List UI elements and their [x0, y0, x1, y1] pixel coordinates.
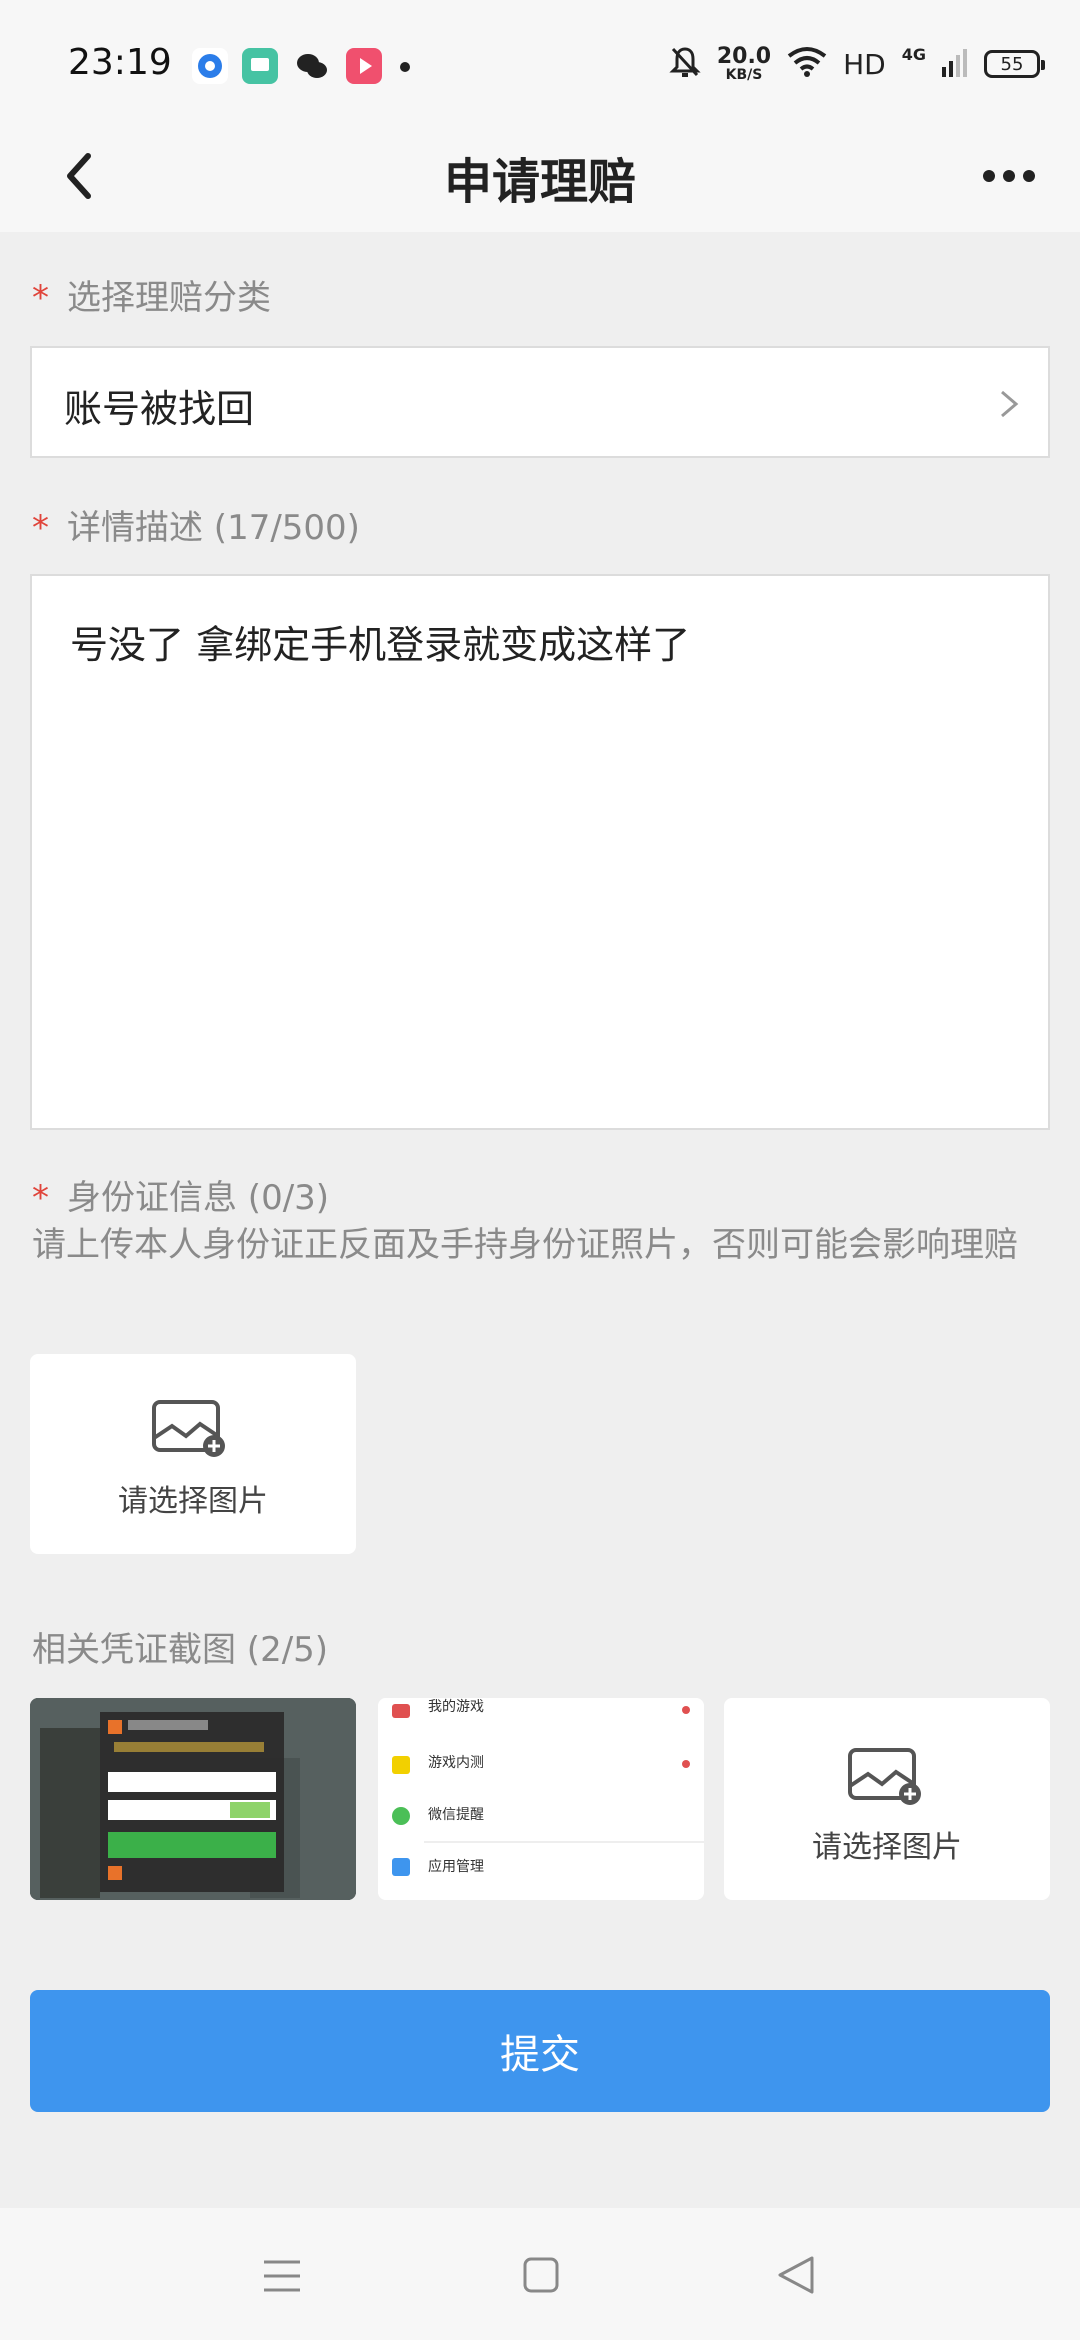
description-text: 号没了 拿绑定手机登录就变成这样了	[70, 623, 691, 667]
battery-indicator: 55	[984, 50, 1045, 78]
message-app-icon	[242, 48, 278, 84]
id-info-hint: 请上传本人身份证正反面及手持身份证照片，否则可能会影响理赔	[32, 1225, 1018, 1265]
header: 申请理赔	[0, 120, 1080, 232]
required-mark: *	[32, 1178, 49, 1218]
category-value: 账号被找回	[64, 387, 255, 431]
upload-label: 请选择图片	[118, 1484, 268, 1519]
more-dot-icon	[1003, 170, 1015, 182]
submit-button[interactable]: 提交	[30, 1990, 1050, 2112]
evidence-screenshot-1[interactable]	[30, 1698, 356, 1900]
screenshot-item: 游戏内测	[428, 1755, 484, 1771]
menu-icon[interactable]	[262, 2258, 302, 2294]
more-notifications-dot	[400, 62, 410, 72]
screenshot-thumbnail	[30, 1698, 356, 1900]
more-options-button[interactable]	[974, 158, 1044, 194]
video-app-icon	[346, 48, 382, 84]
required-mark: *	[32, 508, 49, 548]
signal-icon	[942, 47, 968, 81]
system-navigation-bar	[0, 2208, 1080, 2340]
evidence-upload-button[interactable]: 请选择图片	[724, 1698, 1050, 1900]
required-mark: *	[32, 278, 49, 318]
more-dot-icon	[1023, 170, 1035, 182]
screenshot-item: 微信提醒	[428, 1807, 484, 1823]
category-select[interactable]: 账号被找回	[30, 346, 1050, 458]
wechat-icon	[294, 48, 330, 84]
wifi-icon	[787, 46, 827, 82]
id-info-label: * 身份证信息 (0/3)	[32, 1178, 330, 1218]
back-nav-icon[interactable]	[776, 2254, 816, 2296]
page-title: 申请理赔	[443, 154, 636, 210]
screenshot-item: 应用管理	[428, 1859, 484, 1875]
app-notification-icon	[192, 48, 228, 84]
net-speed: 20.0 KB/S	[716, 44, 772, 83]
status-time: 23:19	[68, 42, 172, 83]
screenshot-thumbnail	[378, 1698, 704, 1900]
upload-label: 请选择图片	[812, 1830, 962, 1865]
bell-off-icon	[669, 45, 701, 83]
home-icon[interactable]	[522, 2256, 560, 2294]
hd-indicator: HD	[843, 47, 886, 81]
evidence-label: 相关凭证截图 (2/5)	[32, 1630, 329, 1670]
description-label: * 详情描述 (17/500)	[32, 508, 360, 548]
evidence-screenshot-2[interactable]: 我的游戏 游戏内测 微信提醒 应用管理	[378, 1698, 704, 1900]
add-image-icon	[152, 1400, 225, 1457]
add-image-icon	[848, 1748, 921, 1805]
chevron-right-icon	[1001, 390, 1019, 418]
status-indicators: 20.0 KB/S HD 4G 55	[669, 42, 1045, 86]
category-label: * 选择理赔分类	[32, 278, 271, 318]
status-bar: 23:19 20.0 KB/S HD 4G 55	[0, 0, 1080, 120]
network-type: 4G	[901, 44, 926, 64]
description-textarea[interactable]: 号没了 拿绑定手机登录就变成这样了	[30, 574, 1050, 1130]
more-dot-icon	[983, 170, 995, 182]
screenshot-item: 我的游戏	[428, 1699, 484, 1715]
id-upload-button[interactable]: 请选择图片	[30, 1354, 356, 1554]
